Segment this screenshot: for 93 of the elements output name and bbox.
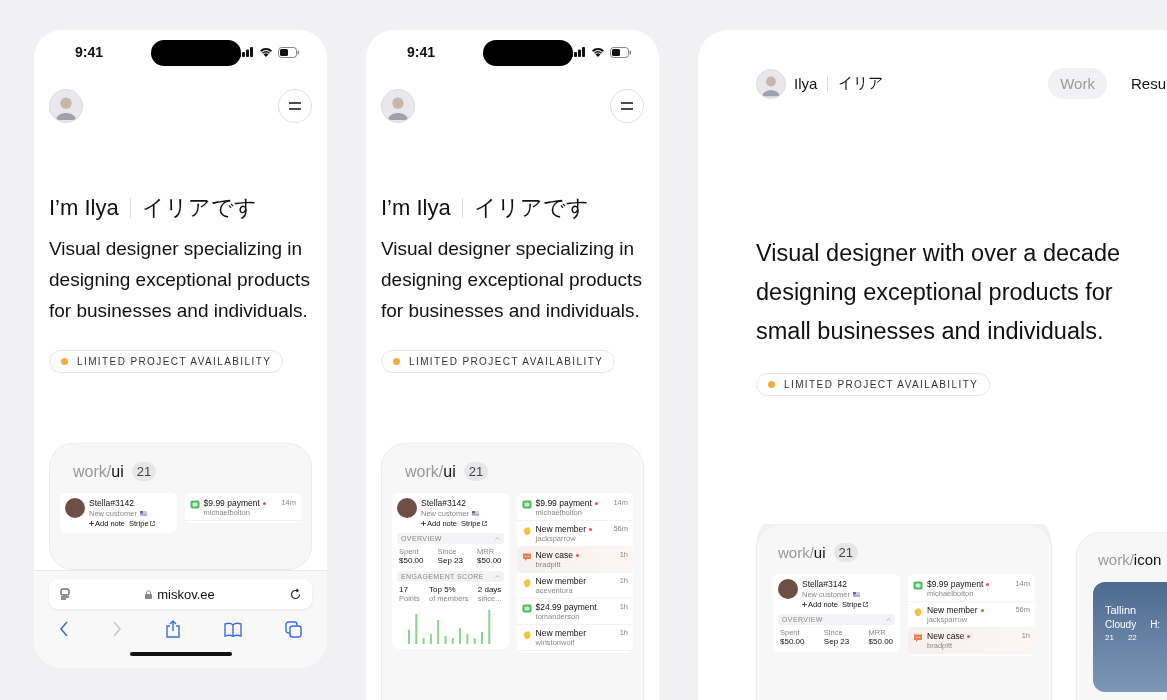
brand-name: Ilya — [794, 75, 818, 92]
count-badge: 21 — [833, 543, 858, 562]
bio-text: Visual designer specializing in designing exceptional products for businesses and individuals. — [381, 237, 643, 323]
nav-link[interactable]: Resu — [1118, 68, 1167, 99]
stat-value: $50.00 — [868, 637, 894, 646]
status-time: 9:41 — [75, 44, 104, 60]
book-icon[interactable] — [224, 621, 242, 637]
stat-value: Sep 23 — [437, 556, 463, 565]
plus-icon — [802, 602, 807, 607]
weather-hour: 22 — [1127, 633, 1137, 642]
feed-title: $9.99 payment — [927, 579, 984, 589]
plus-icon — [89, 521, 94, 526]
waving-hand-icon — [913, 607, 924, 617]
work-card[interactable] — [381, 443, 644, 700]
customer-name: Stella#3142 — [89, 498, 135, 508]
feed-title: $9.99 payment — [203, 498, 260, 508]
stat-value: Top 5% — [429, 585, 457, 594]
waving-hand-icon — [521, 526, 532, 536]
chevron-up-icon — [886, 618, 892, 621]
customer-name: Stella#3142 — [802, 579, 848, 589]
feed-title: New member — [927, 605, 978, 615]
stat-value: Sep 23 — [823, 637, 850, 646]
brand-native-name: イリア — [838, 74, 884, 93]
battery-icon — [278, 46, 300, 58]
chevron-up-icon — [494, 537, 500, 540]
status-time: 9:41 — [407, 44, 436, 60]
lock-icon — [145, 589, 153, 599]
feed-title: New member — [535, 524, 587, 534]
work-card-title: work/ui — [405, 462, 456, 481]
menu-button[interactable] — [278, 89, 312, 123]
address-bar[interactable]: miskov.ee — [49, 579, 312, 609]
chat-bubble-icon — [521, 552, 532, 562]
waving-hand-icon — [521, 578, 532, 588]
stat-value: $50.00 — [399, 556, 424, 565]
customer-name: Stella#3142 — [421, 498, 467, 508]
intro-name: I’m Ilya — [381, 195, 451, 221]
wifi-icon — [259, 47, 273, 57]
intro-native-name: イリアです — [141, 194, 257, 222]
feed-title: New member — [535, 576, 587, 586]
external-link-icon — [149, 521, 155, 526]
feed-title: $9.99 payment — [535, 498, 592, 508]
feed-title: New case — [535, 550, 573, 560]
customer-avatar — [397, 498, 417, 518]
reload-icon[interactable] — [289, 587, 302, 601]
stat-value: 17 — [399, 585, 409, 594]
weather-hour: 21 — [1105, 633, 1114, 642]
wifi-icon — [591, 47, 605, 57]
menu-icon — [621, 102, 633, 110]
external-link-icon — [481, 521, 487, 526]
tabs-icon[interactable] — [285, 620, 302, 638]
stat-value: 2 days — [477, 585, 502, 594]
count-badge: 21 — [463, 462, 489, 481]
flag-icon — [471, 511, 479, 516]
profile-avatar[interactable] — [49, 89, 83, 123]
profile-avatar[interactable] — [381, 89, 415, 123]
work-card[interactable]: work/icon Tallinn Cloudy H: 21 22 — [1076, 532, 1167, 700]
flag-icon — [852, 592, 860, 597]
external-link-icon — [862, 602, 868, 607]
chevron-up-icon — [494, 575, 500, 578]
work-card-title: work/icon — [1098, 551, 1162, 568]
work-card-title: work/ui — [73, 462, 124, 481]
share-icon[interactable] — [165, 620, 181, 638]
work-card-title: work/ui — [778, 544, 826, 561]
stat-value: $50.00 — [477, 556, 502, 565]
weather-condition: Cloudy — [1105, 619, 1137, 630]
chat-bubble-icon — [913, 633, 924, 643]
menu-icon — [289, 102, 301, 110]
customer-avatar — [65, 498, 85, 518]
banknote-icon — [189, 500, 200, 509]
count-badge: 21 — [131, 462, 157, 481]
back-icon[interactable] — [59, 621, 69, 637]
menu-button[interactable] — [610, 89, 644, 123]
url-text: miskov.ee — [157, 586, 215, 602]
feed-title: $24.99 payment — [535, 602, 597, 612]
plus-icon — [421, 521, 426, 526]
customer-avatar — [778, 579, 798, 599]
weather-city: Tallinn — [1105, 604, 1138, 616]
intro-native-name: イリアです — [473, 194, 589, 222]
bio-text: Visual designer with over a decade designing exceptional products for small businesses and individuals. — [756, 239, 1122, 346]
weather-high: H: — [1150, 619, 1161, 630]
banknote-icon — [521, 500, 532, 509]
intro-name: I’m Ilya — [49, 195, 119, 221]
banknote-icon — [913, 581, 924, 590]
reader-icon — [59, 588, 71, 600]
stat-value: $50.00 — [780, 637, 805, 646]
bio-text: Visual designer specializing in designing exceptional products for businesses and individuals. — [49, 237, 311, 323]
battery-icon — [610, 46, 632, 58]
waving-hand-icon — [521, 630, 532, 640]
flag-icon — [139, 511, 147, 516]
feed-title: New case — [927, 631, 965, 641]
profile-avatar[interactable] — [756, 68, 786, 99]
banknote-icon — [521, 604, 532, 613]
feed-title: New member — [535, 628, 587, 638]
